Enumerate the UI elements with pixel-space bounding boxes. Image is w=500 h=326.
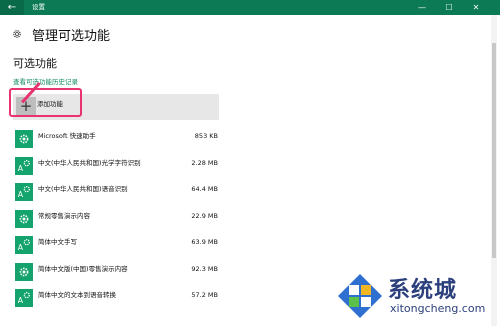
section-title: 可选功能 <box>13 57 57 70</box>
feature-item[interactable]: A 简体中文的文本到语音转换 57.2 MB <box>13 285 223 312</box>
page-header: 管理可选功能 <box>12 26 111 44</box>
watermark-domain: xitongcheng.com <box>390 302 486 315</box>
feature-item[interactable]: A 中文(中华人民共和国)光学字符识别 2.28 MB <box>13 153 223 180</box>
feature-item[interactable]: A 简体中文手写 63.9 MB <box>13 232 223 259</box>
svg-text:A: A <box>18 163 24 172</box>
feature-name: 中文(中华人民共和国)光学字符识别 <box>38 158 141 167</box>
feature-item[interactable]: 简体中文版(中国)零售演示内容 92.3 MB <box>13 259 223 286</box>
watermark: 系统城 xitongcheng.com <box>328 266 498 324</box>
watermark-logo-icon <box>338 274 382 318</box>
feature-size: 63.9 MB <box>191 238 218 246</box>
feature-size: 57.2 MB <box>191 291 218 299</box>
window-titlebar: ← 设置 — ☐ ✕ <box>0 0 500 15</box>
gear-icon <box>15 130 33 148</box>
feature-name: 简体中文版(中国)零售演示内容 <box>38 264 128 273</box>
gear-text-icon: A <box>15 289 33 307</box>
feature-item[interactable]: 常规零售演示内容 22.9 MB <box>13 206 223 233</box>
feature-size: 92.3 MB <box>191 264 218 273</box>
feature-size: 853 KB <box>194 132 218 140</box>
gear-icon <box>15 262 33 281</box>
svg-text:A: A <box>18 190 24 199</box>
feature-name: Microsoft 快速助手 <box>38 132 96 140</box>
maximize-button[interactable]: ☐ <box>436 0 462 15</box>
minimize-button[interactable]: — <box>409 0 435 15</box>
feature-name: 简体中文手写 <box>38 238 77 246</box>
feature-name: 常规零售演示内容 <box>38 211 90 220</box>
feature-name: 简体中文的文本到语音转换 <box>38 291 116 299</box>
window-title: 设置 <box>32 3 45 11</box>
gear-text-icon: A <box>15 183 33 201</box>
close-button[interactable]: ✕ <box>463 0 489 15</box>
feature-size: 64.4 MB <box>191 185 218 193</box>
svg-text:A: A <box>18 296 24 305</box>
page-title: 管理可选功能 <box>32 28 111 44</box>
back-button[interactable]: ← <box>0 0 24 15</box>
feature-item[interactable]: A 中文(中华人民共和国)语音识别 64.4 MB <box>13 179 223 206</box>
gear-icon <box>13 30 21 38</box>
svg-text:A: A <box>18 243 24 252</box>
gear-icon <box>15 209 33 228</box>
feature-item[interactable]: Microsoft 快速助手 853 KB <box>13 126 223 153</box>
feature-size: 22.9 MB <box>191 211 218 220</box>
scrollbar-thumb[interactable] <box>492 43 496 258</box>
watermark-brand: 系统城 <box>388 278 458 303</box>
highlight-annotation <box>9 88 82 117</box>
gear-text-icon: A <box>15 156 33 175</box>
back-arrow-icon: ← <box>7 2 17 13</box>
feature-name: 中文(中华人民共和国)语音识别 <box>38 185 128 193</box>
feature-size: 2.28 MB <box>191 158 218 167</box>
gear-text-icon: A <box>15 236 33 254</box>
feature-list: Microsoft 快速助手 853 KB A 中文(中华人民共和国)光学字符识… <box>13 126 223 312</box>
history-link[interactable]: 查看可选功能历史记录 <box>13 76 78 86</box>
